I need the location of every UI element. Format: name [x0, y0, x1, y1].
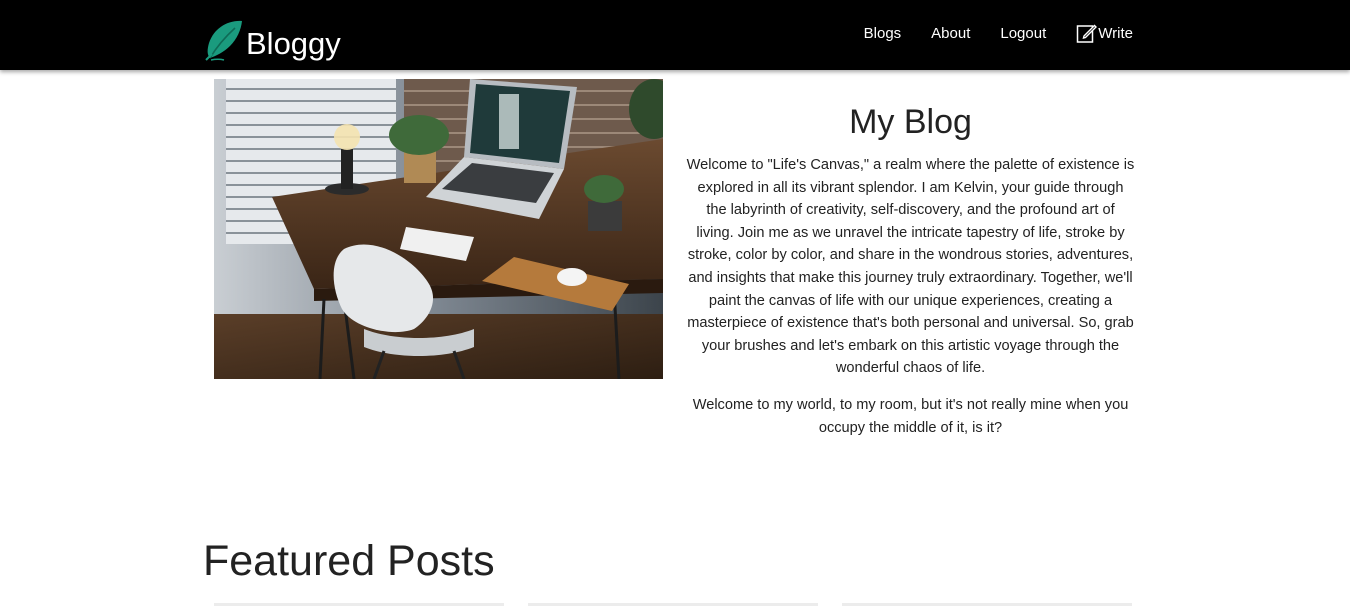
- pencil-square-icon: [1077, 24, 1098, 43]
- hero-secondary-paragraph: Welcome to my world, to my room, but it'…: [692, 396, 1129, 436]
- nav-write-label: Write: [1098, 24, 1133, 42]
- brand-logo-link[interactable]: Bloggy: [202, 10, 341, 62]
- hero-intro-paragraph: Welcome to "Life's Canvas," a realm wher…: [686, 157, 1135, 377]
- featured-posts-heading: Featured Posts: [203, 537, 495, 585]
- nav-about-link[interactable]: About: [931, 25, 970, 42]
- desk-workspace-photo: [214, 79, 663, 379]
- nav-write-link[interactable]: Write: [1076, 23, 1133, 44]
- page-title: My Blog: [849, 103, 972, 141]
- nav-links: Blogs About Logout Write: [864, 0, 1133, 66]
- hero-text-section: My Blog Welcome to "Life's Canvas," a re…: [686, 100, 1135, 453]
- feather-icon: [205, 20, 242, 61]
- nav-blogs-link[interactable]: Blogs: [864, 25, 902, 42]
- brand-name: Bloggy: [246, 26, 341, 61]
- navbar: Bloggy Blogs About Logout Write: [0, 0, 1350, 70]
- nav-logout-link[interactable]: Logout: [1000, 25, 1046, 42]
